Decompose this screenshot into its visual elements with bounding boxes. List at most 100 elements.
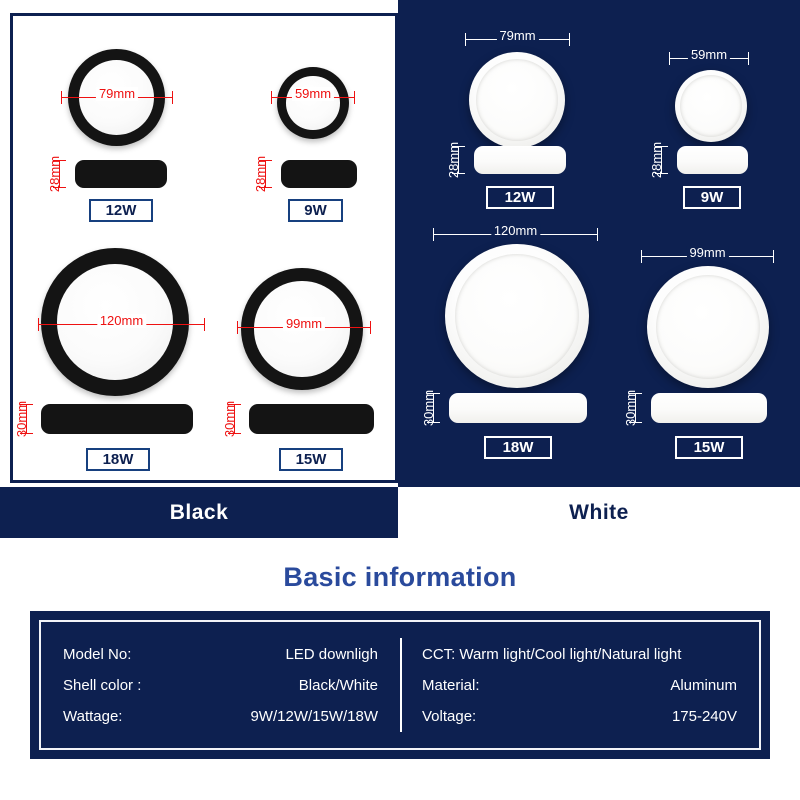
dimension-width-black-18w: 120mm <box>38 314 205 332</box>
dimension-width-label: 79mm <box>95 87 139 101</box>
dimension-tick-left <box>271 91 272 104</box>
dimension-width-white-18w: 120mm <box>433 224 598 242</box>
dimension-tick-left <box>237 321 238 334</box>
fixture-side-view <box>249 404 374 434</box>
spec-value: Warm light/Cool light/Natural light <box>459 645 682 663</box>
spec-value: LED downligh <box>285 645 378 663</box>
fixture-side-view <box>677 146 748 174</box>
dimension-tick-left <box>669 52 670 65</box>
spec-value: Aluminum <box>670 676 737 694</box>
product-panels: 79mm 28mm 12W 59mm 28mm 9W 120mm 30mm 18… <box>0 0 800 538</box>
dimension-tick-left <box>61 91 62 104</box>
dimension-height-label: 30mm <box>623 389 639 427</box>
fixture-side-view <box>449 393 587 423</box>
spec-value: 9W/12W/15W/18W <box>250 707 378 725</box>
spec-key: Material: <box>422 676 480 694</box>
dimension-tick-left <box>38 318 39 331</box>
dimension-height-white-12w: 28mm <box>446 142 466 178</box>
spec-column-divider <box>400 638 402 732</box>
dimension-width-white-9w: 59mm <box>669 48 749 66</box>
wattage-text: 15W <box>295 451 327 468</box>
spec-row-voltage: Voltage: 175-240V <box>422 701 737 732</box>
dimension-height-label: 28mm <box>253 155 269 193</box>
wattage-label-black-12w: 12W <box>89 199 153 222</box>
fixture-side-view <box>474 146 566 174</box>
dimension-tick-left <box>433 228 434 241</box>
dimension-width-label: 120mm <box>490 224 541 238</box>
fixture-side-view <box>41 404 193 434</box>
fixture-top-view <box>445 244 589 388</box>
white-variant-panel: 79mm 28mm 12W 59mm 28mm 9W 120mm 30mm 18… <box>398 0 800 487</box>
black-variant-panel: 79mm 28mm 12W 59mm 28mm 9W 120mm 30mm 18… <box>10 13 398 483</box>
spec-row-cct: CCT: Warm light/Cool light/Natural light <box>422 639 737 670</box>
spec-row-wattage: Wattage: 9W/12W/15W/18W <box>63 701 378 732</box>
wattage-label-black-18w: 18W <box>86 448 150 471</box>
wattage-label-black-15w: 15W <box>279 448 343 471</box>
spec-key: CCT: <box>422 645 456 663</box>
dimension-width-white-12w: 79mm <box>465 29 570 47</box>
wattage-text: 18W <box>502 439 534 456</box>
wattage-label-white-18w: 18W <box>484 436 552 459</box>
color-label-black: Black <box>0 487 398 538</box>
spec-column-left: Model No: LED downligh Shell color : Bla… <box>41 622 400 748</box>
dimension-tick-left <box>465 33 466 46</box>
heading-text: Basic information <box>283 562 517 592</box>
basic-information-heading: Basic information <box>0 562 800 593</box>
wattage-text: 9W <box>304 202 327 219</box>
dimension-width-black-9w: 59mm <box>271 87 355 105</box>
dimension-width-label: 79mm <box>496 29 539 43</box>
dimension-tick-right <box>597 228 598 241</box>
dimension-tick-right <box>569 33 570 46</box>
dimension-tick-right <box>370 321 371 334</box>
wattage-text: 18W <box>102 451 134 468</box>
dimension-tick-right <box>748 52 749 65</box>
spec-row-material: Material: Aluminum <box>422 670 737 701</box>
dimension-width-label: 99mm <box>686 246 729 260</box>
fixture-side-view <box>281 160 357 188</box>
fixture-top-view <box>647 266 769 388</box>
specification-table: Model No: LED downligh Shell color : Bla… <box>30 611 770 759</box>
wattage-label-white-15w: 15W <box>675 436 743 459</box>
dimension-width-black-15w: 99mm <box>237 317 371 335</box>
dimension-width-black-12w: 79mm <box>61 87 173 105</box>
dimension-height-black-15w: 30mm <box>222 401 242 437</box>
dimension-height-black-12w: 28mm <box>47 156 67 192</box>
dimension-width-white-15w: 99mm <box>641 246 774 264</box>
dimension-height-label: 28mm <box>47 155 63 193</box>
fixture-top-view <box>469 52 565 148</box>
dimension-width-label: 59mm <box>291 87 335 101</box>
dimension-height-white-15w: 30mm <box>623 390 643 426</box>
wattage-label-white-12w: 12W <box>486 186 554 209</box>
wattage-text: 9W <box>700 189 724 206</box>
dimension-height-label: 28mm <box>446 141 462 179</box>
specification-table-inner: Model No: LED downligh Shell color : Bla… <box>39 620 761 750</box>
dimension-height-label: 30mm <box>222 400 238 438</box>
dimension-height-black-9w: 28mm <box>253 156 273 192</box>
spec-key: Voltage: <box>422 707 477 725</box>
dimension-width-label: 99mm <box>282 317 326 331</box>
spec-column-right: CCT: Warm light/Cool light/Natural light… <box>400 622 759 748</box>
spec-row-shell-color: Shell color : Black/White <box>63 670 378 701</box>
wattage-label-black-9w: 9W <box>288 199 343 222</box>
dimension-height-label: 30mm <box>421 389 437 427</box>
dimension-tick-right <box>773 250 774 263</box>
spec-key: Shell color : <box>63 676 142 694</box>
fixture-top-view <box>675 70 747 142</box>
wattage-text: 15W <box>693 439 725 456</box>
color-label-white: White <box>398 487 800 538</box>
dimension-width-label: 120mm <box>96 314 147 328</box>
spec-key: Wattage: <box>63 707 123 725</box>
dimension-tick-left <box>641 250 642 263</box>
fixture-side-view <box>651 393 767 423</box>
dimension-height-label: 30mm <box>14 400 30 438</box>
dimension-width-label: 59mm <box>687 48 731 62</box>
dimension-tick-right <box>354 91 355 104</box>
fixture-side-view <box>75 160 167 188</box>
color-label-text: White <box>569 500 629 524</box>
dimension-height-black-18w: 30mm <box>14 401 34 437</box>
dimension-height-label: 28mm <box>649 141 665 179</box>
dimension-height-white-18w: 30mm <box>421 390 441 426</box>
wattage-text: 12W <box>105 202 137 219</box>
dimension-tick-right <box>204 318 205 331</box>
wattage-label-white-9w: 9W <box>683 186 741 209</box>
